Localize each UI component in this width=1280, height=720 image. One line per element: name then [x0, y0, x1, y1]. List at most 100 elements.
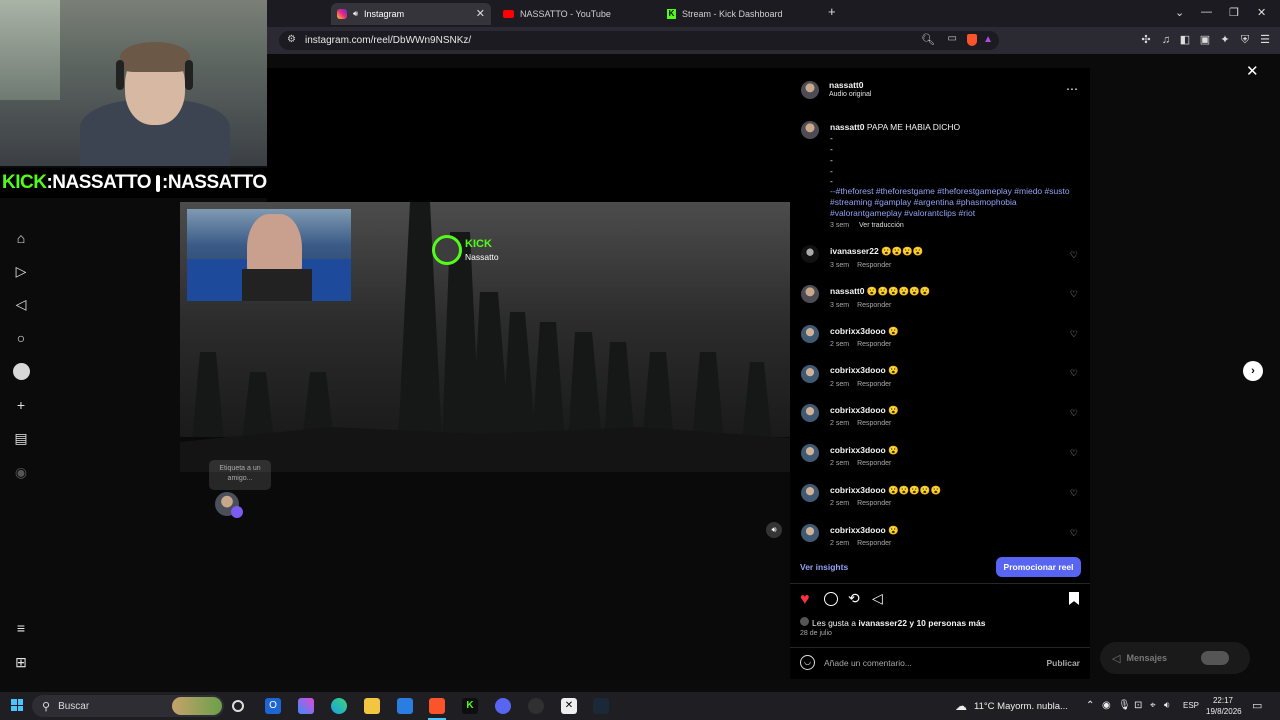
reply-link[interactable]: Responder	[857, 540, 891, 547]
cast-icon[interactable]: ▭	[948, 33, 957, 44]
caption-hashtags[interactable]: --#theforest #theforestgame #theforestga…	[830, 186, 1070, 196]
task-view-icon[interactable]	[232, 700, 244, 712]
comment-username[interactable]: cobrixx3dooo	[830, 445, 886, 455]
file-explorer-icon[interactable]	[364, 698, 380, 714]
direct-icon[interactable]: ◁	[13, 296, 29, 312]
url-field[interactable]: ⚙ instagram.com/reel/DbWWn9NSNKz/ 🔍︎ ▭ ▲	[279, 31, 999, 50]
view-insights-link[interactable]: Ver insights	[800, 562, 848, 572]
comment-avatar[interactable]	[801, 325, 819, 343]
record-icon[interactable]: ◉	[1102, 700, 1111, 711]
comment-username[interactable]: cobrixx3dooo	[830, 326, 886, 336]
threads-icon[interactable]: ◉	[13, 464, 29, 480]
close-window-button[interactable]: ✕	[1257, 6, 1266, 19]
meta-apps-icon[interactable]: ⊞	[13, 654, 29, 670]
maximize-button[interactable]: ❐	[1229, 6, 1239, 19]
wallet-icon[interactable]: ▣	[1199, 34, 1211, 46]
reply-link[interactable]: Responder	[857, 500, 891, 507]
site-settings-icon[interactable]: ⚙	[287, 34, 296, 45]
reply-link[interactable]: Responder	[857, 262, 891, 269]
comment-avatar[interactable]	[801, 484, 819, 502]
new-tab-button[interactable]: +	[828, 4, 836, 19]
comment-avatar[interactable]	[801, 365, 819, 383]
obs-icon[interactable]	[528, 698, 544, 714]
weather-text[interactable]: 11°C Mayorm. nubla...	[974, 701, 1068, 712]
profile-avatar-icon[interactable]	[13, 363, 30, 380]
vpn-icon[interactable]: ⛨	[1239, 34, 1251, 46]
language-indicator[interactable]: ESP	[1183, 701, 1199, 710]
mute-icon[interactable]: 🔊︎	[766, 522, 782, 538]
like-comment-icon[interactable]: ♡	[1070, 329, 1078, 340]
tab-youtube[interactable]: NASSATTO - YouTube	[497, 3, 657, 25]
discord-icon[interactable]	[495, 698, 511, 714]
more-menu-icon[interactable]: ≡	[13, 620, 29, 636]
likes-suffix[interactable]: y 10 personas más	[907, 618, 985, 628]
leo-ai-icon[interactable]: ✦	[1219, 34, 1231, 46]
network-icon[interactable]: ⊡	[1134, 700, 1142, 711]
messages-pill[interactable]: ◁ Mensajes	[1100, 642, 1250, 674]
caption-hashtags[interactable]: #valorantgameplay #valorantclips #riot	[830, 208, 975, 218]
microphone-icon[interactable]: 🎙︎	[1118, 700, 1131, 711]
comment-username[interactable]: ivanasser22	[830, 246, 879, 256]
tab-list-icon[interactable]: ⌄	[1175, 6, 1184, 19]
like-comment-icon[interactable]: ♡	[1070, 368, 1078, 379]
caption-hashtags[interactable]: #streaming #gamplay #argentina #phasmoph…	[830, 197, 1017, 207]
likes-user[interactable]: ivanasser22	[858, 618, 907, 628]
menu-icon[interactable]: ☰	[1259, 34, 1271, 46]
kick-app-icon[interactable]: K	[462, 698, 478, 714]
like-icon[interactable]: ♥	[800, 591, 810, 609]
outlook-icon[interactable]: O	[265, 698, 281, 714]
next-post-icon[interactable]: ›	[1243, 361, 1263, 381]
comment-input[interactable]: Añade un comentario...	[824, 658, 912, 668]
capcut-icon[interactable]: ✕	[561, 698, 577, 714]
start-icon[interactable]	[11, 699, 23, 711]
clock[interactable]: 22:17 19/8/2026	[1206, 695, 1242, 717]
notifications-icon[interactable]: ▭	[1252, 699, 1262, 712]
edge-icon[interactable]	[331, 698, 347, 714]
copilot-icon[interactable]	[298, 698, 314, 714]
comment-avatar[interactable]	[801, 245, 819, 263]
like-comment-icon[interactable]: ♡	[1070, 408, 1078, 419]
reply-link[interactable]: Responder	[857, 381, 891, 388]
repost-icon[interactable]: ⟲	[848, 590, 860, 607]
tab-instagram[interactable]: 🔊︎ Instagram ✕	[331, 3, 491, 25]
reply-link[interactable]: Responder	[857, 302, 891, 309]
sidebar-icon[interactable]: ◧	[1179, 34, 1191, 46]
comment-username[interactable]: cobrixx3dooo	[830, 485, 886, 495]
translate-link[interactable]: Ver traducción	[859, 222, 904, 229]
like-comment-icon[interactable]: ♡	[1070, 250, 1078, 261]
location-icon[interactable]: ⌖	[1150, 700, 1156, 711]
reply-link[interactable]: Responder	[857, 420, 891, 427]
show-hidden-icons[interactable]: ⌃	[1086, 700, 1094, 711]
audio-label[interactable]: Audio original	[829, 91, 871, 98]
post-owner-username[interactable]: nassatt0	[829, 80, 864, 90]
promote-reel-button[interactable]: Promocionar reel	[996, 557, 1081, 577]
close-tab-icon[interactable]: ✕	[476, 7, 485, 20]
reply-link[interactable]: Responder	[857, 341, 891, 348]
caption-username[interactable]: nassatt0	[830, 122, 865, 132]
publish-button[interactable]: Publicar	[1046, 658, 1080, 668]
reply-link[interactable]: Responder	[857, 460, 891, 467]
minimize-button[interactable]: —	[1201, 6, 1212, 18]
home-icon[interactable]: ⌂	[13, 230, 29, 246]
post-owner-avatar[interactable]	[801, 81, 819, 99]
save-icon[interactable]	[1069, 592, 1079, 605]
extensions-icon[interactable]: ✣	[1140, 34, 1152, 46]
close-post-icon[interactable]: ✕	[1246, 62, 1259, 80]
comment-avatar[interactable]	[801, 524, 819, 542]
insights-icon[interactable]: ▤	[13, 430, 29, 446]
brave-shield-icon[interactable]	[967, 34, 977, 46]
share-icon[interactable]: ◁	[872, 590, 883, 607]
comment-username[interactable]: nassatt0	[830, 286, 865, 296]
tab-kick[interactable]: K Stream - Kick Dashboard	[661, 3, 831, 25]
comment-avatar[interactable]	[801, 444, 819, 462]
rewards-icon[interactable]: ▲	[983, 34, 993, 45]
like-comment-icon[interactable]: ♡	[1070, 289, 1078, 300]
taskbar-search[interactable]: ⚲ Buscar	[32, 695, 224, 717]
reels-icon[interactable]: ▷	[13, 263, 29, 279]
like-comment-icon[interactable]: ♡	[1070, 488, 1078, 499]
more-options-icon[interactable]: ⋯	[1066, 82, 1078, 96]
emoji-icon[interactable]: ◡	[800, 655, 815, 670]
tag-friend-hint[interactable]: Etiqueta a un amigo...	[209, 460, 271, 490]
media-icon[interactable]: ♫	[1160, 34, 1172, 46]
like-comment-icon[interactable]: ♡	[1070, 448, 1078, 459]
